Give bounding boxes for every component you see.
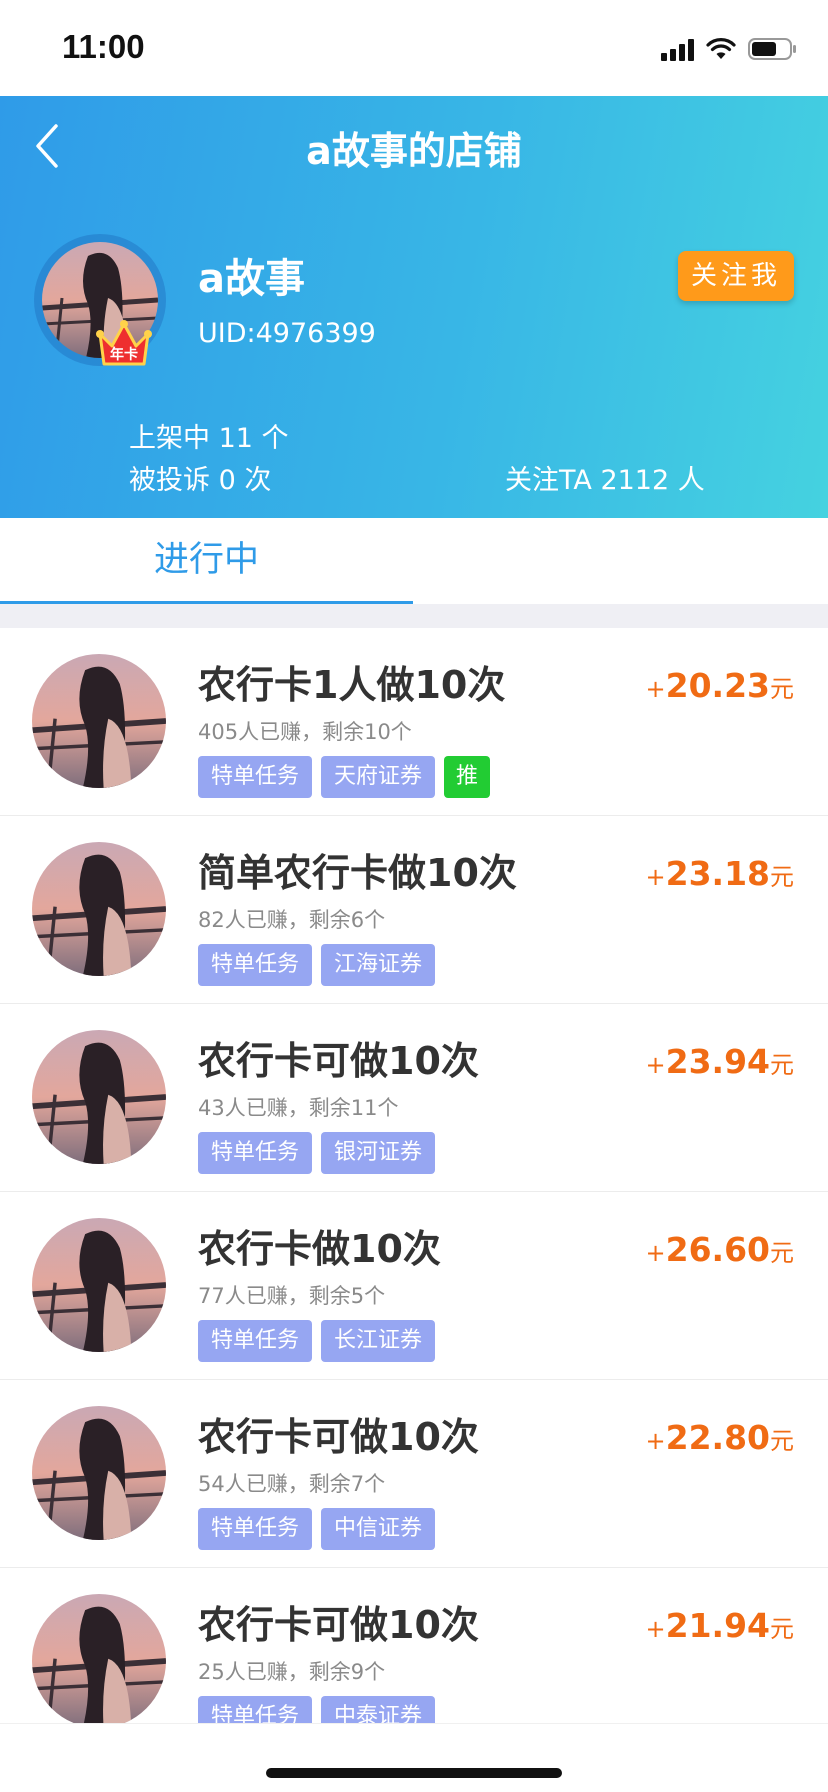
complaint-count: 被投诉 0 次 [129, 465, 272, 496]
tag-broker: 中泰证券 [321, 1696, 436, 1723]
task-title: 简单农行卡做10次 [198, 851, 517, 895]
follower-count: 关注TA 2112 人 [505, 465, 705, 496]
task-reward: +26.60元 [646, 1230, 795, 1269]
task-tags: 特单任务 中信证券 [198, 1508, 436, 1550]
reward-unit: 元 [770, 863, 794, 891]
crown-icon: 年卡 [94, 314, 154, 374]
reward-plus: + [645, 675, 666, 703]
task-tags: 特单任务 长江证券 [198, 1320, 436, 1362]
task-meta: 54人已赚，剩余7个 [198, 1472, 386, 1496]
home-area [0, 1723, 828, 1792]
page-title: a故事的店铺 [306, 129, 522, 173]
reward-amount: 22.80 [665, 1418, 770, 1457]
task-title: 农行卡做10次 [198, 1227, 441, 1271]
section-divider [0, 604, 828, 628]
shop-header: a故事的店铺 年卡 a故事 UID:4976399 关注我 上架中 11 个 被… [0, 96, 828, 518]
tag-broker: 江海证券 [321, 944, 436, 986]
task-avatar [32, 842, 166, 976]
reward-plus: + [645, 1615, 666, 1643]
task-avatar [32, 654, 166, 788]
task-meta: 43人已赚，剩余11个 [198, 1096, 399, 1120]
task-item[interactable]: 农行卡可做10次 54人已赚，剩余7个 特单任务 中信证券 +22.80元 [0, 1380, 828, 1568]
task-avatar [32, 1218, 166, 1352]
reward-plus: + [645, 1427, 666, 1455]
task-list[interactable]: 农行卡1人做10次 405人已赚，剩余10个 特单任务 天府证券 推 +20.2… [0, 628, 828, 1723]
reward-plus: + [645, 1239, 666, 1267]
task-item[interactable]: 农行卡做10次 77人已赚，剩余5个 特单任务 长江证券 +26.60元 [0, 1192, 828, 1380]
reward-amount: 23.94 [665, 1042, 770, 1081]
reward-unit: 元 [770, 675, 794, 703]
task-item[interactable]: 简单农行卡做10次 82人已赚，剩余6个 特单任务 江海证券 +23.18元 [0, 816, 828, 1004]
tag-broker: 长江证券 [321, 1320, 436, 1362]
reward-plus: + [645, 1051, 666, 1079]
task-title: 农行卡1人做10次 [198, 663, 506, 707]
reward-amount: 23.18 [665, 854, 770, 893]
task-reward: +23.94元 [646, 1042, 795, 1081]
task-tags: 特单任务 银河证券 [198, 1132, 436, 1174]
task-item[interactable]: 农行卡可做10次 43人已赚，剩余11个 特单任务 银河证券 +23.94元 [0, 1004, 828, 1192]
tab-bar: 进行中 [0, 518, 828, 604]
tag-broker: 天府证券 [321, 756, 436, 798]
task-meta: 25人已赚，剩余9个 [198, 1660, 386, 1684]
task-meta: 77人已赚，剩余5个 [198, 1284, 386, 1308]
task-reward: +23.18元 [646, 854, 795, 893]
task-avatar [32, 1030, 166, 1164]
reward-amount: 20.23 [665, 666, 770, 705]
tag-push: 推 [444, 756, 491, 798]
signal-icon [661, 37, 694, 61]
wifi-icon [706, 37, 736, 61]
tag-type: 特单任务 [198, 944, 313, 986]
reward-plus: + [645, 863, 666, 891]
reward-unit: 元 [770, 1239, 794, 1267]
task-reward: +20.23元 [646, 666, 795, 705]
shop-uid: UID:4976399 [198, 318, 376, 349]
task-tags: 特单任务 天府证券 推 [198, 756, 491, 798]
tag-type: 特单任务 [198, 1132, 313, 1174]
task-tags: 特单任务 江海证券 [198, 944, 436, 986]
battery-icon [748, 37, 798, 61]
task-item[interactable]: 农行卡1人做10次 405人已赚，剩余10个 特单任务 天府证券 推 +20.2… [0, 628, 828, 816]
tag-type: 特单任务 [198, 1696, 313, 1723]
status-icons [661, 34, 798, 64]
task-item[interactable]: 农行卡可做10次 25人已赚，剩余9个 特单任务 中泰证券 +21.94元 [0, 1568, 828, 1723]
task-meta: 405人已赚，剩余10个 [198, 720, 412, 744]
home-indicator[interactable] [266, 1768, 562, 1778]
tag-broker: 银河证券 [321, 1132, 436, 1174]
task-avatar [32, 1406, 166, 1540]
shop-name: a故事 [198, 256, 305, 302]
listed-count: 上架中 11 个 [129, 423, 289, 454]
reward-amount: 26.60 [665, 1230, 770, 1269]
task-tags: 特单任务 中泰证券 [198, 1696, 436, 1723]
follow-button[interactable]: 关注我 [678, 251, 794, 301]
task-title: 农行卡可做10次 [198, 1415, 479, 1459]
tag-type: 特单任务 [198, 1320, 313, 1362]
status-time: 11:00 [62, 28, 145, 65]
reward-unit: 元 [770, 1615, 794, 1643]
task-meta: 82人已赚，剩余6个 [198, 908, 386, 932]
reward-amount: 21.94 [665, 1606, 770, 1645]
badge-text: 年卡 [110, 346, 138, 363]
task-title: 农行卡可做10次 [198, 1039, 479, 1083]
task-reward: +21.94元 [646, 1606, 795, 1645]
task-avatar [32, 1594, 166, 1723]
tag-type: 特单任务 [198, 756, 313, 798]
status-bar: 11:00 [0, 0, 828, 96]
tag-type: 特单任务 [198, 1508, 313, 1550]
tag-broker: 中信证券 [321, 1508, 436, 1550]
tab-in-progress[interactable]: 进行中 [0, 518, 413, 604]
task-reward: +22.80元 [646, 1418, 795, 1457]
reward-unit: 元 [770, 1427, 794, 1455]
task-title: 农行卡可做10次 [198, 1603, 479, 1647]
reward-unit: 元 [770, 1051, 794, 1079]
